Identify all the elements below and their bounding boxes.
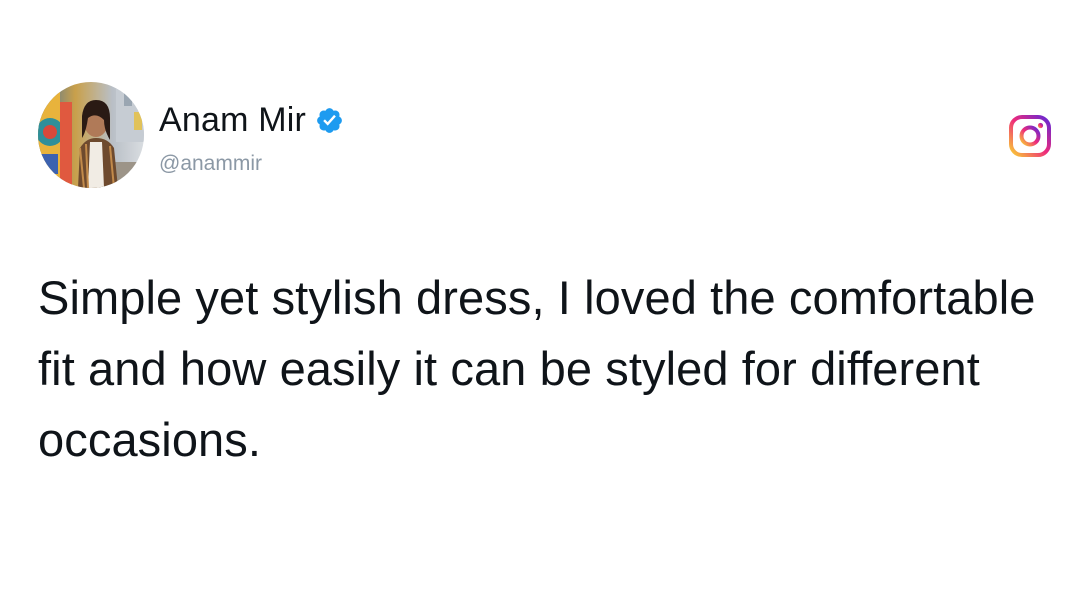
avatar[interactable] <box>38 82 144 188</box>
verified-badge-icon <box>315 106 344 135</box>
author-display-name[interactable]: Anam Mir <box>159 100 306 140</box>
instagram-icon[interactable] <box>1008 114 1052 158</box>
post-card: Anam Mir @anammir Simple yet stylish dre… <box>0 0 1088 616</box>
post-text: Simple yet stylish dress, I loved the co… <box>38 271 1036 466</box>
post-header: Anam Mir @anammir <box>38 82 1052 190</box>
author-handle[interactable]: @anammir <box>159 151 262 177</box>
avatar-image <box>38 82 144 188</box>
author-name-row: Anam Mir <box>159 100 344 140</box>
